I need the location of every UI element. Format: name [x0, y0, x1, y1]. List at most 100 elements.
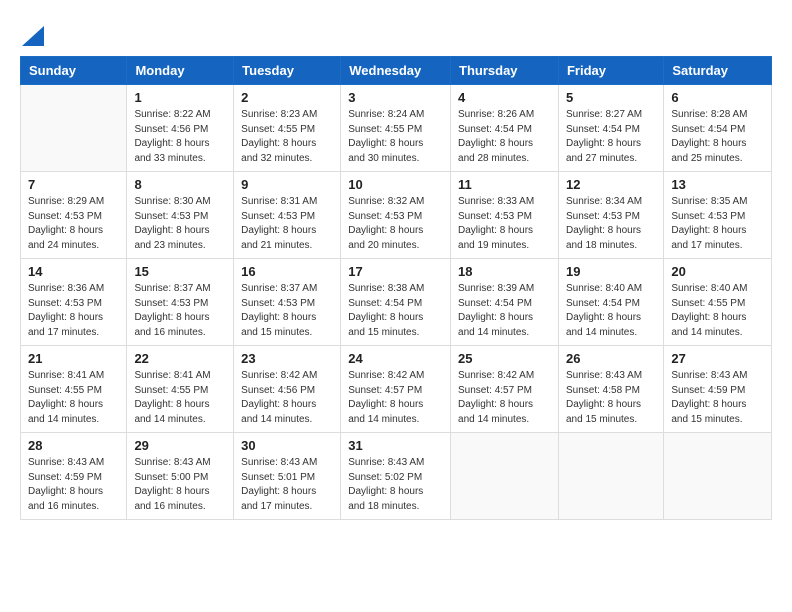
calendar-cell [21, 85, 127, 172]
day-number: 29 [134, 438, 226, 453]
day-number: 8 [134, 177, 226, 192]
day-number: 4 [458, 90, 551, 105]
header [20, 16, 772, 46]
calendar-cell: 6Sunrise: 8:28 AMSunset: 4:54 PMDaylight… [664, 85, 772, 172]
day-number: 12 [566, 177, 656, 192]
day-number: 23 [241, 351, 333, 366]
calendar-table: SundayMondayTuesdayWednesdayThursdayFrid… [20, 56, 772, 520]
day-number: 9 [241, 177, 333, 192]
day-number: 19 [566, 264, 656, 279]
day-number: 1 [134, 90, 226, 105]
day-number: 5 [566, 90, 656, 105]
calendar-week-row-2: 7 Sunrise: 8:29 AMSunset: 4:53 PMDaylight… [21, 172, 772, 259]
day-number: 7 [28, 177, 119, 192]
calendar-cell: 19 Sunrise: 8:40 AMSunset: 4:54 PMDayligh… [558, 259, 663, 346]
calendar-week-row-4: 21 Sunrise: 8:41 AMSunset: 4:55 PMDayligh… [21, 346, 772, 433]
day-number: 13 [671, 177, 764, 192]
day-info: Sunrise: 8:42 AMSunset: 4:56 PMDaylight:… [241, 369, 333, 427]
day-number: 24 [348, 351, 443, 366]
day-number: 17 [348, 264, 443, 279]
page: SundayMondayTuesdayWednesdayThursdayFrid… [0, 0, 792, 612]
day-info: Sunrise: 8:39 AMSunset: 4:54 PMDaylight:… [458, 282, 551, 340]
calendar-cell: 25Sunrise: 8:42 AMSunset: 4:57 PMDayligh… [451, 346, 559, 433]
calendar-cell: 21 Sunrise: 8:41 AMSunset: 4:55 PMDayligh… [21, 346, 127, 433]
calendar-cell: 27 Sunrise: 8:43 AMSunset: 4:59 PMDayligh… [664, 346, 772, 433]
calendar-cell: 10 Sunrise: 8:32 AMSunset: 4:53 PMDayligh… [341, 172, 451, 259]
calendar-header-monday: Monday [127, 57, 234, 85]
calendar-cell: 28 Sunrise: 8:43 AMSunset: 4:59 PMDayligh… [21, 433, 127, 520]
day-number: 25 [458, 351, 551, 366]
calendar-cell: 14 Sunrise: 8:36 AMSunset: 4:53 PMDayligh… [21, 259, 127, 346]
day-number: 16 [241, 264, 333, 279]
calendar-header-saturday: Saturday [664, 57, 772, 85]
day-number: 31 [348, 438, 443, 453]
day-number: 15 [134, 264, 226, 279]
calendar-cell: 15 Sunrise: 8:37 AMSunset: 4:53 PMDayligh… [127, 259, 234, 346]
day-info: Sunrise: 8:27 AMSunset: 4:54 PMDaylight:… [566, 108, 656, 166]
calendar-cell: 12 Sunrise: 8:34 AMSunset: 4:53 PMDayligh… [558, 172, 663, 259]
calendar-cell: 1 Sunrise: 8:22 AMSunset: 4:56 PMDaylight… [127, 85, 234, 172]
day-number: 26 [566, 351, 656, 366]
calendar-cell [664, 433, 772, 520]
calendar-header-tuesday: Tuesday [234, 57, 341, 85]
calendar-week-row-3: 14 Sunrise: 8:36 AMSunset: 4:53 PMDayligh… [21, 259, 772, 346]
day-info: Sunrise: 8:41 AMSunset: 4:55 PMDaylight:… [134, 369, 226, 427]
day-number: 6 [671, 90, 764, 105]
day-number: 30 [241, 438, 333, 453]
day-info: Sunrise: 8:40 AMSunset: 4:55 PMDaylight:… [671, 282, 764, 340]
day-number: 28 [28, 438, 119, 453]
day-info: Sunrise: 8:29 AMSunset: 4:53 PMDaylight:… [28, 195, 119, 253]
day-info: Sunrise: 8:35 AMSunset: 4:53 PMDaylight:… [671, 195, 764, 253]
calendar-cell: 26Sunrise: 8:43 AMSunset: 4:58 PMDayligh… [558, 346, 663, 433]
day-number: 3 [348, 90, 443, 105]
calendar-header-row: SundayMondayTuesdayWednesdayThursdayFrid… [21, 57, 772, 85]
day-number: 14 [28, 264, 119, 279]
calendar-cell: 17Sunrise: 8:38 AMSunset: 4:54 PMDayligh… [341, 259, 451, 346]
calendar-header-thursday: Thursday [451, 57, 559, 85]
calendar-cell: 29 Sunrise: 8:43 AMSunset: 5:00 PMDayligh… [127, 433, 234, 520]
day-info: Sunrise: 8:34 AMSunset: 4:53 PMDaylight:… [566, 195, 656, 253]
day-number: 21 [28, 351, 119, 366]
calendar-cell: 20Sunrise: 8:40 AMSunset: 4:55 PMDayligh… [664, 259, 772, 346]
day-info: Sunrise: 8:42 AMSunset: 4:57 PMDaylight:… [348, 369, 443, 427]
day-info: Sunrise: 8:43 AMSunset: 5:02 PMDaylight:… [348, 456, 443, 514]
calendar-cell: 5 Sunrise: 8:27 AMSunset: 4:54 PMDaylight… [558, 85, 663, 172]
day-info: Sunrise: 8:43 AMSunset: 5:00 PMDaylight:… [134, 456, 226, 514]
calendar-cell [451, 433, 559, 520]
day-info: Sunrise: 8:32 AMSunset: 4:53 PMDaylight:… [348, 195, 443, 253]
day-info: Sunrise: 8:43 AMSunset: 4:59 PMDaylight:… [671, 369, 764, 427]
calendar-header-wednesday: Wednesday [341, 57, 451, 85]
calendar-cell: 16 Sunrise: 8:37 AMSunset: 4:53 PMDayligh… [234, 259, 341, 346]
calendar-week-row-1: 1 Sunrise: 8:22 AMSunset: 4:56 PMDaylight… [21, 85, 772, 172]
calendar-cell [558, 433, 663, 520]
calendar-header-sunday: Sunday [21, 57, 127, 85]
day-number: 18 [458, 264, 551, 279]
calendar-cell: 30Sunrise: 8:43 AMSunset: 5:01 PMDayligh… [234, 433, 341, 520]
calendar-cell: 2 Sunrise: 8:23 AMSunset: 4:55 PMDaylight… [234, 85, 341, 172]
calendar-cell: 3 Sunrise: 8:24 AMSunset: 4:55 PMDaylight… [341, 85, 451, 172]
logo-triangle-icon [22, 18, 44, 46]
calendar-cell: 7 Sunrise: 8:29 AMSunset: 4:53 PMDaylight… [21, 172, 127, 259]
day-info: Sunrise: 8:43 AMSunset: 4:59 PMDaylight:… [28, 456, 119, 514]
day-info: Sunrise: 8:36 AMSunset: 4:53 PMDaylight:… [28, 282, 119, 340]
day-info: Sunrise: 8:23 AMSunset: 4:55 PMDaylight:… [241, 108, 333, 166]
day-info: Sunrise: 8:40 AMSunset: 4:54 PMDaylight:… [566, 282, 656, 340]
day-info: Sunrise: 8:37 AMSunset: 4:53 PMDaylight:… [241, 282, 333, 340]
day-info: Sunrise: 8:37 AMSunset: 4:53 PMDaylight:… [134, 282, 226, 340]
day-info: Sunrise: 8:26 AMSunset: 4:54 PMDaylight:… [458, 108, 551, 166]
calendar-week-row-5: 28 Sunrise: 8:43 AMSunset: 4:59 PMDayligh… [21, 433, 772, 520]
logo [20, 16, 44, 46]
day-number: 10 [348, 177, 443, 192]
day-info: Sunrise: 8:41 AMSunset: 4:55 PMDaylight:… [28, 369, 119, 427]
day-info: Sunrise: 8:33 AMSunset: 4:53 PMDaylight:… [458, 195, 551, 253]
calendar-cell: 31 Sunrise: 8:43 AMSunset: 5:02 PMDayligh… [341, 433, 451, 520]
calendar-cell: 22Sunrise: 8:41 AMSunset: 4:55 PMDayligh… [127, 346, 234, 433]
calendar-cell: 13 Sunrise: 8:35 AMSunset: 4:53 PMDayligh… [664, 172, 772, 259]
calendar-cell: 23 Sunrise: 8:42 AMSunset: 4:56 PMDayligh… [234, 346, 341, 433]
day-info: Sunrise: 8:24 AMSunset: 4:55 PMDaylight:… [348, 108, 443, 166]
calendar-cell: 4 Sunrise: 8:26 AMSunset: 4:54 PMDaylight… [451, 85, 559, 172]
day-number: 2 [241, 90, 333, 105]
day-number: 27 [671, 351, 764, 366]
day-info: Sunrise: 8:30 AMSunset: 4:53 PMDaylight:… [134, 195, 226, 253]
day-info: Sunrise: 8:22 AMSunset: 4:56 PMDaylight:… [134, 108, 226, 166]
